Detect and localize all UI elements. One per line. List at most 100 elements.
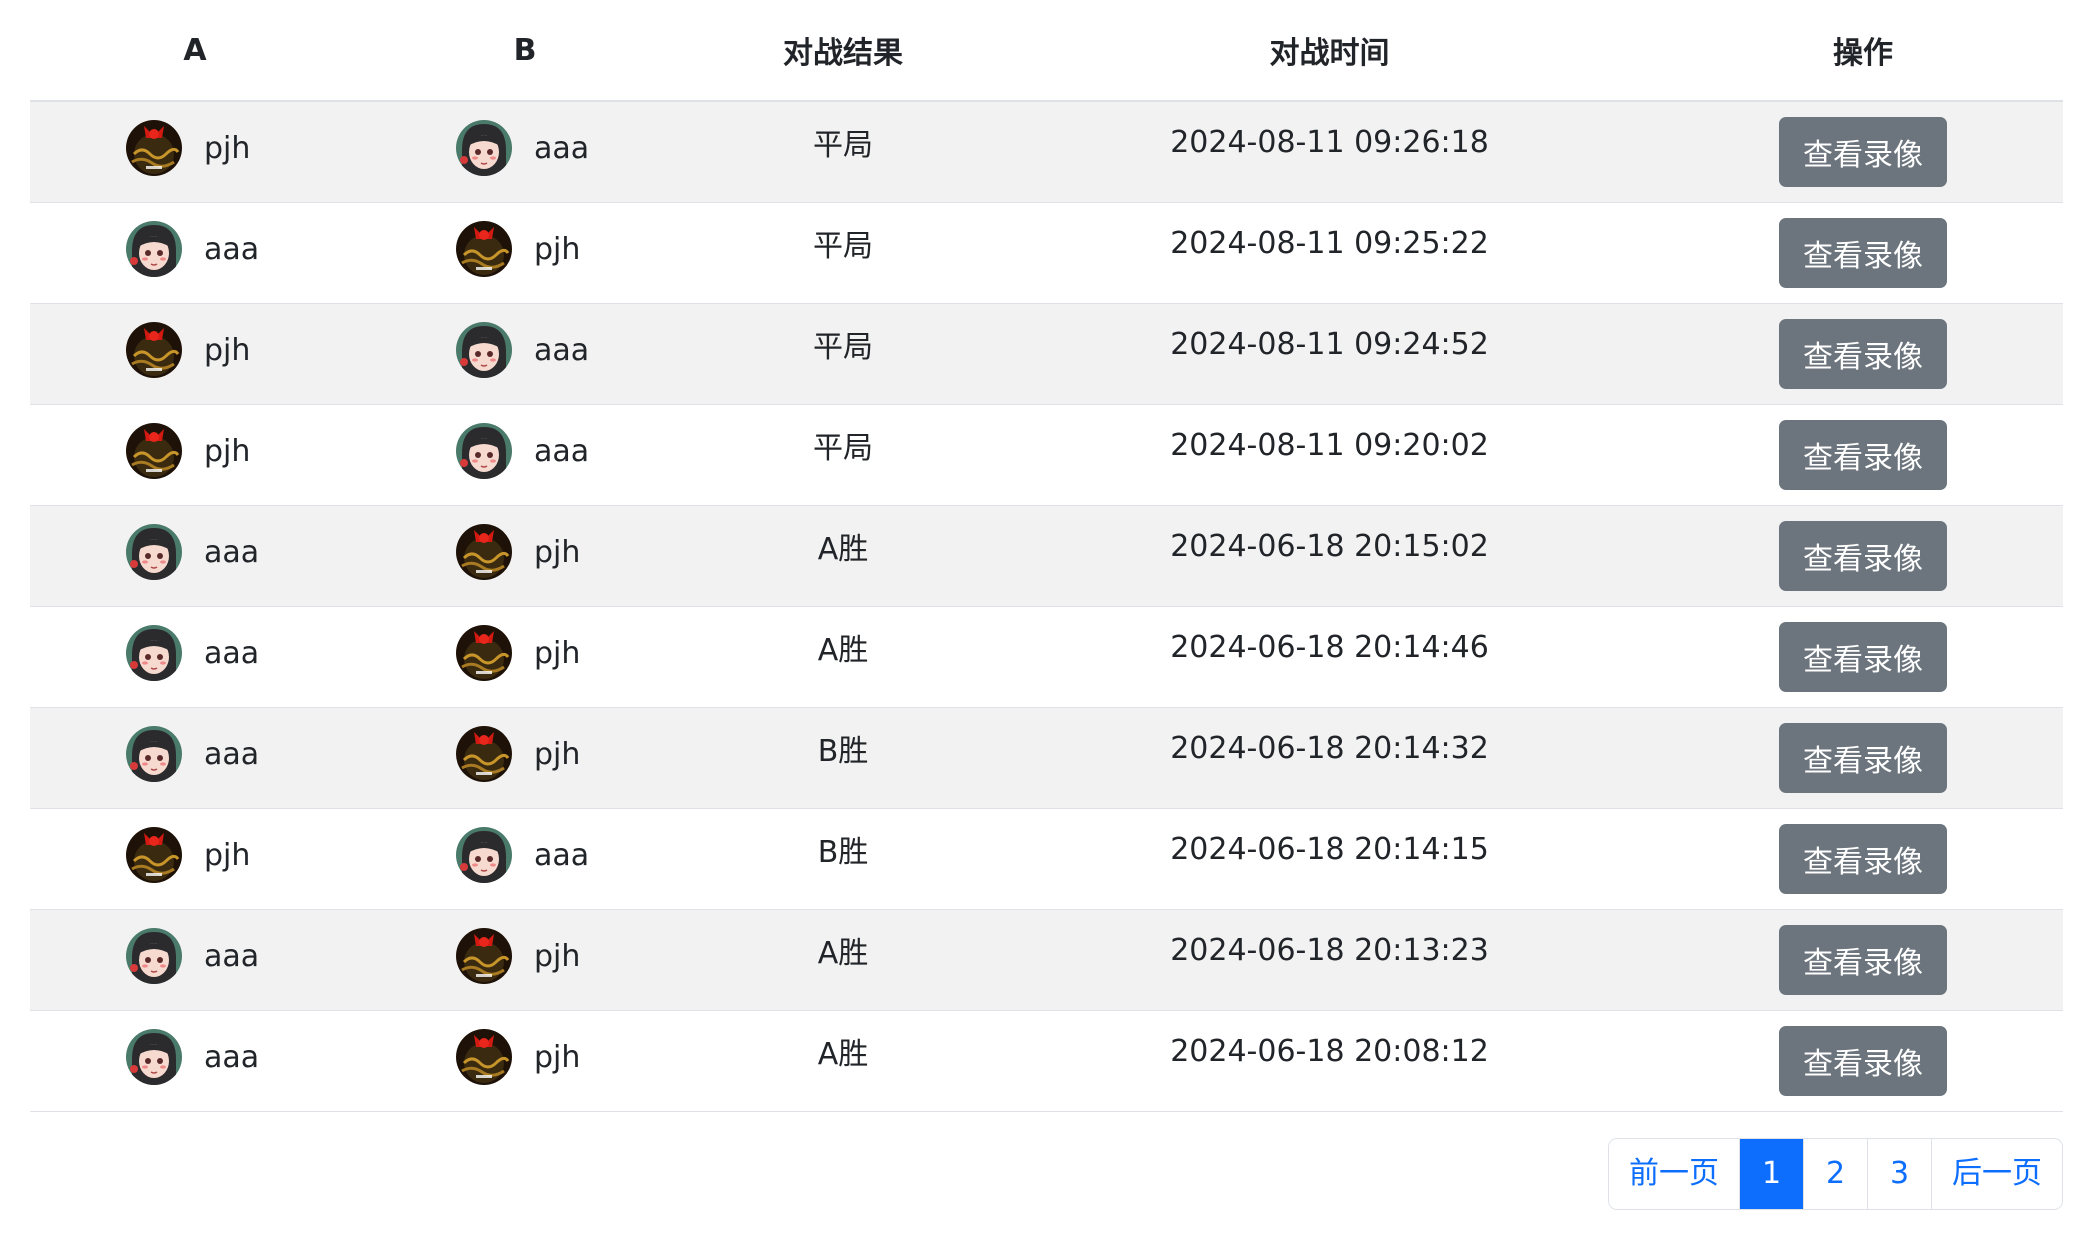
player-a-cell: aaa (30, 202, 360, 304)
table-row: pjh aaa B胜 2024-06-18 20:14:15 查看录像 (30, 808, 2063, 910)
player-a: aaa (126, 928, 264, 984)
player-a: pjh (126, 423, 264, 479)
time-cell: 2024-06-18 20:14:15 (996, 808, 1663, 910)
player-a-name: aaa (204, 534, 260, 570)
player-b: pjh (456, 221, 594, 277)
records-panel: A B 对战结果 对战时间 操作 pjh aaa 平局 2024-08-11 09:2… (30, 0, 2063, 1112)
player-a-name: aaa (204, 1039, 260, 1075)
player-b-name: pjh (534, 635, 581, 671)
player-b: aaa (456, 827, 594, 883)
view-replay-button[interactable]: 查看录像 (1779, 622, 1947, 692)
player-a: pjh (126, 322, 264, 378)
view-replay-button[interactable]: 查看录像 (1779, 1026, 1947, 1096)
dark-red-avatar-icon (456, 524, 512, 580)
result-cell: 平局 (690, 101, 996, 203)
table-row: pjh aaa 平局 2024-08-11 09:24:52 查看录像 (30, 303, 2063, 405)
player-a-name: pjh (204, 837, 251, 873)
header-action: 操作 (1663, 0, 2063, 102)
view-replay-button[interactable]: 查看录像 (1779, 723, 1947, 793)
player-b: pjh (456, 524, 594, 580)
records-table: A B 对战结果 对战时间 操作 pjh aaa 平局 2024-08-11 09:2… (30, 0, 2063, 1112)
player-b-cell: pjh (360, 707, 690, 809)
view-replay-button[interactable]: 查看录像 (1779, 319, 1947, 389)
anime-girl-avatar-icon (456, 423, 512, 479)
player-a-cell: pjh (30, 404, 360, 506)
next-page-link[interactable]: 后一页 (1932, 1139, 2062, 1209)
player-b: pjh (456, 1029, 594, 1085)
match-result: A胜 (817, 1037, 869, 1072)
dark-red-avatar-icon (456, 928, 512, 984)
time-cell: 2024-08-11 09:20:02 (996, 404, 1663, 506)
player-a: pjh (126, 120, 264, 176)
anime-girl-avatar-icon (126, 1029, 182, 1085)
player-a-cell: pjh (30, 808, 360, 910)
player-a: aaa (126, 726, 264, 782)
page-link-1[interactable]: 1 (1740, 1139, 1804, 1209)
action-cell: 查看录像 (1663, 1010, 2063, 1112)
action-cell: 查看录像 (1663, 606, 2063, 708)
result-cell: 平局 (690, 202, 996, 304)
page-link-3[interactable]: 3 (1868, 1139, 1932, 1209)
match-result: A胜 (817, 532, 869, 567)
player-a-cell: aaa (30, 909, 360, 1011)
match-time: 2024-06-18 20:15:02 (1170, 528, 1489, 564)
anime-girl-avatar-icon (126, 726, 182, 782)
table-row: pjh aaa 平局 2024-08-11 09:26:18 查看录像 (30, 101, 2063, 203)
prev-page-link[interactable]: 前一页 (1609, 1139, 1740, 1209)
view-replay-button[interactable]: 查看录像 (1779, 420, 1947, 490)
player-a-name: aaa (204, 938, 260, 974)
result-cell: B胜 (690, 707, 996, 809)
view-replay-button[interactable]: 查看录像 (1779, 117, 1947, 187)
dark-red-avatar-icon (126, 827, 182, 883)
match-result: 平局 (813, 330, 873, 365)
anime-girl-avatar-icon (126, 928, 182, 984)
player-b-name: pjh (534, 1039, 581, 1075)
dark-red-avatar-icon (456, 1029, 512, 1085)
time-cell: 2024-08-11 09:25:22 (996, 202, 1663, 304)
player-b-name: aaa (534, 130, 590, 166)
player-a-cell: aaa (30, 505, 360, 607)
match-result: 平局 (813, 229, 873, 264)
player-b-name: aaa (534, 433, 590, 469)
player-a: aaa (126, 1029, 264, 1085)
anime-girl-avatar-icon (456, 322, 512, 378)
anime-girl-avatar-icon (126, 625, 182, 681)
player-a: aaa (126, 625, 264, 681)
player-b-name: pjh (534, 534, 581, 570)
action-cell: 查看录像 (1663, 707, 2063, 809)
player-b-cell: aaa (360, 808, 690, 910)
player-b: aaa (456, 120, 594, 176)
match-result: B胜 (817, 734, 869, 769)
header-player-b: B (360, 0, 690, 102)
dark-red-avatar-icon (126, 120, 182, 176)
table-row: pjh aaa 平局 2024-08-11 09:20:02 查看录像 (30, 404, 2063, 506)
match-result: 平局 (813, 431, 873, 466)
page-link-2[interactable]: 2 (1804, 1139, 1868, 1209)
match-time: 2024-06-18 20:08:12 (1170, 1033, 1489, 1069)
time-cell: 2024-08-11 09:26:18 (996, 101, 1663, 203)
player-b-name: pjh (534, 938, 581, 974)
match-time: 2024-06-18 20:14:46 (1170, 629, 1489, 665)
result-cell: 平局 (690, 404, 996, 506)
player-a: pjh (126, 827, 264, 883)
player-a-cell: aaa (30, 707, 360, 809)
view-replay-button[interactable]: 查看录像 (1779, 925, 1947, 995)
action-cell: 查看录像 (1663, 303, 2063, 405)
anime-girl-avatar-icon (456, 827, 512, 883)
time-cell: 2024-06-18 20:13:23 (996, 909, 1663, 1011)
header-time: 对战时间 (996, 0, 1663, 102)
dark-red-avatar-icon (456, 726, 512, 782)
view-replay-button[interactable]: 查看录像 (1779, 824, 1947, 894)
player-a-name: aaa (204, 231, 260, 267)
player-a-cell: pjh (30, 101, 360, 203)
player-b: aaa (456, 322, 594, 378)
player-a-name: pjh (204, 433, 251, 469)
view-replay-button[interactable]: 查看录像 (1779, 218, 1947, 288)
result-cell: A胜 (690, 1010, 996, 1112)
player-a-name: pjh (204, 130, 251, 166)
header-player-a: A (30, 0, 360, 102)
view-replay-button[interactable]: 查看录像 (1779, 521, 1947, 591)
player-b-cell: pjh (360, 606, 690, 708)
match-result: A胜 (817, 936, 869, 971)
action-cell: 查看录像 (1663, 202, 2063, 304)
